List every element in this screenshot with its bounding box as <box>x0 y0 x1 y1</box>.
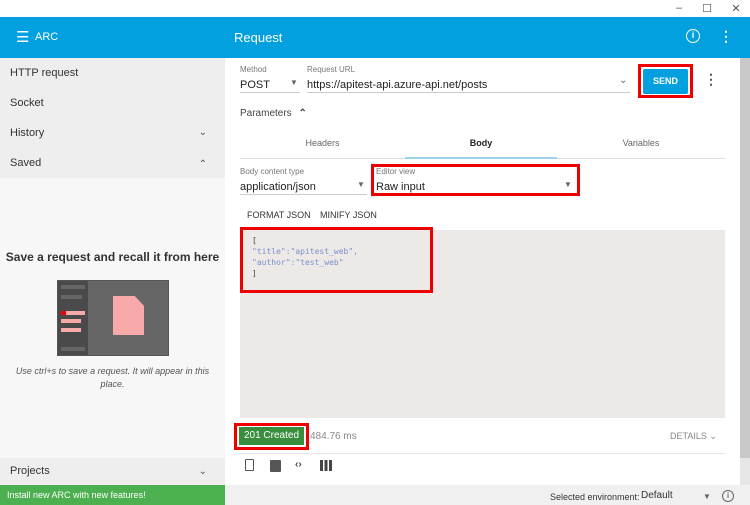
details-toggle[interactable]: DETAILS ⌄ <box>670 431 717 442</box>
tab-body[interactable]: Body <box>405 138 557 148</box>
chevron-down-icon: ⌄ <box>198 127 207 138</box>
code-icon[interactable]: ‹› <box>295 459 302 470</box>
dropdown-arrow-icon: ▼ <box>290 78 298 87</box>
chevron-down-icon: ⌄ <box>619 75 628 86</box>
tab-headers[interactable]: Headers <box>240 138 405 148</box>
sidebar-item-label: HTTP request <box>10 67 79 79</box>
info-icon[interactable]: i <box>722 490 734 502</box>
format-json-button[interactable]: FORMAT JSON <box>247 210 311 220</box>
active-tab-indicator <box>405 157 557 159</box>
sidebar-item-label: History <box>10 127 45 139</box>
dropdown-arrow-icon: ▼ <box>703 492 711 501</box>
empty-state-hint: Use ctrl+s to save a request. It will ap… <box>15 366 210 389</box>
parameters-label: Parameters <box>240 108 292 119</box>
chevron-down-icon: ⌄ <box>709 431 717 441</box>
url-value: https://apitest-api.azure-api.net/posts <box>307 79 488 91</box>
details-label: DETAILS <box>670 431 707 441</box>
code-line: "title":"apitest_web", <box>252 247 358 256</box>
sidebar-item-label: Saved <box>10 157 42 169</box>
chevron-up-icon: ⌃ <box>298 108 307 119</box>
code-line: "author":"test_web" <box>252 258 344 267</box>
sidebar-item-projects[interactable]: Projects ⌄ <box>0 458 225 485</box>
sidebar-item-socket[interactable]: Socket <box>0 88 225 118</box>
columns-icon[interactable] <box>320 460 332 471</box>
chevron-up-icon: ⌃ <box>198 159 207 170</box>
divider <box>240 453 725 454</box>
app-name: ARC <box>35 31 59 43</box>
environment-label: Selected environment: <box>550 492 640 502</box>
status-bar: Selected environment: Default ▼ i <box>225 485 750 505</box>
app-header: ☰ ARC Request i ⋮ <box>0 17 750 58</box>
maximize-button[interactable]: ☐ <box>700 2 714 15</box>
more-vert-icon[interactable]: ⋮ <box>719 28 733 45</box>
method-value: POST <box>240 79 270 91</box>
window-titlebar: – ☐ ✕ <box>0 0 750 17</box>
saved-illustration <box>57 280 169 356</box>
sidebar-item-label: Socket <box>10 97 44 109</box>
chevron-down-icon: ⌄ <box>198 466 207 477</box>
response-time: 484.76 ms <box>310 431 357 442</box>
url-label: Request URL <box>307 65 356 74</box>
more-vert-icon[interactable]: ⋮ <box>704 71 718 88</box>
url-input[interactable]: https://apitest-api.azure-api.net/posts … <box>307 75 630 93</box>
code-line: ] <box>252 269 257 278</box>
scrollbar[interactable] <box>740 58 750 485</box>
save-icon[interactable] <box>270 460 281 472</box>
minimize-button[interactable]: – <box>672 2 686 14</box>
sidebar-item-history[interactable]: History ⌄ <box>0 118 225 148</box>
sidebar: HTTP request Socket History ⌄ Saved ⌃ Save… <box>0 58 225 485</box>
body-type-select[interactable]: application/json ▼ <box>240 177 367 195</box>
body-type-value: application/json <box>240 181 316 193</box>
tab-variables[interactable]: Variables <box>557 138 725 148</box>
page-title: Request <box>234 30 283 45</box>
environment-value: Default <box>641 490 673 501</box>
install-banner[interactable]: Install new ARC with new features! <box>0 485 225 505</box>
status-badge: 201 Created <box>239 427 304 445</box>
info-icon[interactable]: i <box>686 29 700 43</box>
minify-json-button[interactable]: MINIFY JSON <box>320 210 377 220</box>
copy-icon[interactable] <box>245 459 254 471</box>
sidebar-item-label: Projects <box>10 465 50 477</box>
code-line: [ <box>252 236 257 245</box>
editor-view-select[interactable]: Raw input ▼ <box>376 177 574 193</box>
sidebar-item-http-request[interactable]: HTTP request <box>0 58 225 88</box>
method-label: Method <box>240 65 267 74</box>
editor-view-label: Editor view <box>376 167 416 176</box>
hamburger-icon[interactable]: ☰ <box>16 28 29 46</box>
close-button[interactable]: ✕ <box>729 2 743 15</box>
body-code: [ "title":"apitest_web", "author":"test_… <box>252 235 358 279</box>
sidebar-item-saved[interactable]: Saved ⌃ <box>0 148 225 178</box>
send-button[interactable]: SEND <box>643 69 688 94</box>
dropdown-arrow-icon: ▼ <box>564 180 572 189</box>
environment-select[interactable]: Default ▼ <box>641 490 711 504</box>
editor-view-value: Raw input <box>376 181 425 193</box>
dropdown-arrow-icon: ▼ <box>357 180 365 189</box>
empty-state-title: Save a request and recall it from here <box>5 250 220 264</box>
parameters-toggle[interactable]: Parameters ⌃ <box>240 108 307 119</box>
body-type-label: Body content type <box>240 167 305 176</box>
method-select[interactable]: POST ▼ <box>240 75 300 93</box>
